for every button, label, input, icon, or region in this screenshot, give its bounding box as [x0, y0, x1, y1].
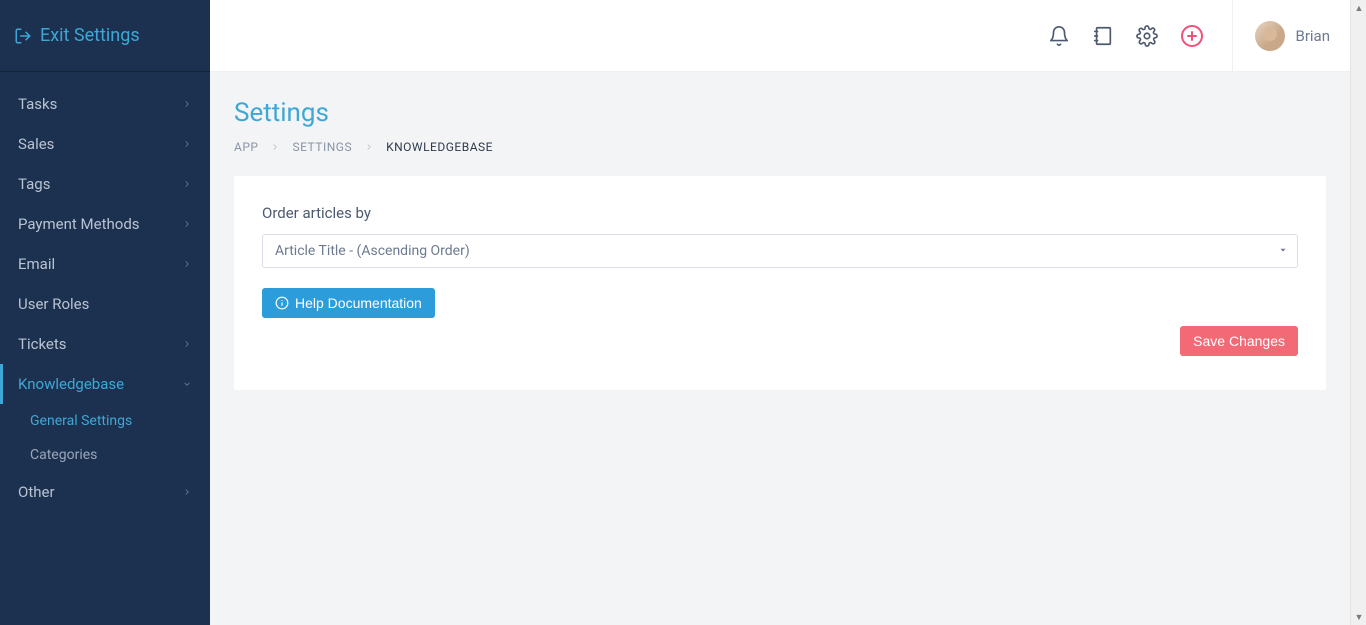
sidebar-subnav-knowledgebase: General Settings Categories — [0, 404, 210, 472]
save-changes-button[interactable]: Save Changes — [1180, 326, 1298, 356]
sidebar-item-payment-methods[interactable]: Payment Methods — [0, 204, 210, 244]
main: Brian Settings APP SETTINGS KNOWLEDGEBAS… — [210, 0, 1350, 625]
chevron-right-icon — [182, 139, 192, 149]
notifications-icon[interactable] — [1048, 25, 1070, 47]
sidebar-item-knowledgebase[interactable]: Knowledgebase — [0, 364, 210, 404]
sidebar-item-sales[interactable]: Sales — [0, 124, 210, 164]
sidebar-sub-label: Categories — [30, 447, 97, 463]
sidebar-item-tasks[interactable]: Tasks — [0, 84, 210, 124]
scrollbar[interactable]: ▲ ▼ — [1350, 0, 1366, 625]
sidebar: Exit Settings Tasks Sales Tags Payment M… — [0, 0, 210, 625]
scroll-track[interactable] — [1351, 16, 1366, 609]
chevron-right-icon — [182, 259, 192, 269]
sidebar-item-label: Tickets — [18, 335, 67, 353]
page-title: Settings — [234, 98, 1326, 128]
exit-icon — [14, 27, 32, 45]
chevron-right-icon — [270, 142, 280, 152]
order-articles-label: Order articles by — [262, 204, 1298, 222]
notebook-icon[interactable] — [1092, 25, 1114, 47]
exit-settings-label: Exit Settings — [40, 25, 140, 46]
sidebar-sub-label: General Settings — [30, 413, 132, 429]
exit-settings-link[interactable]: Exit Settings — [0, 0, 210, 72]
sidebar-sub-general-settings[interactable]: General Settings — [0, 404, 210, 438]
content: Settings APP SETTINGS KNOWLEDGEBASE Orde… — [210, 72, 1350, 416]
breadcrumb-knowledgebase: KNOWLEDGEBASE — [386, 140, 493, 154]
save-changes-label: Save Changes — [1193, 333, 1285, 349]
sidebar-item-label: Email — [18, 255, 55, 273]
sidebar-item-label: Tags — [18, 175, 50, 193]
user-name: Brian — [1295, 27, 1330, 45]
sidebar-item-label: Payment Methods — [18, 215, 140, 233]
sidebar-sub-categories[interactable]: Categories — [0, 438, 210, 472]
order-articles-select[interactable]: Article Title - (Ascending Order) — [262, 234, 1298, 268]
info-icon — [275, 296, 289, 310]
chevron-right-icon — [182, 99, 192, 109]
sidebar-item-label: Tasks — [18, 95, 57, 113]
sidebar-item-tags[interactable]: Tags — [0, 164, 210, 204]
breadcrumb-settings[interactable]: SETTINGS — [292, 140, 352, 154]
gear-icon[interactable] — [1136, 25, 1158, 47]
add-circle-icon[interactable] — [1180, 24, 1204, 48]
sidebar-item-email[interactable]: Email — [0, 244, 210, 284]
sidebar-item-user-roles[interactable]: User Roles — [0, 284, 210, 324]
sidebar-item-label: Knowledgebase — [18, 375, 124, 393]
scroll-down-button[interactable]: ▼ — [1351, 609, 1366, 625]
help-documentation-button[interactable]: Help Documentation — [262, 288, 435, 318]
chevron-right-icon — [182, 339, 192, 349]
sidebar-item-label: User Roles — [18, 295, 89, 313]
topbar: Brian — [210, 0, 1350, 72]
chevron-right-icon — [182, 179, 192, 189]
sidebar-item-other[interactable]: Other — [0, 472, 210, 512]
help-documentation-label: Help Documentation — [295, 295, 422, 311]
avatar — [1255, 21, 1285, 51]
scroll-up-button[interactable]: ▲ — [1351, 0, 1366, 16]
topbar-icons — [1048, 24, 1204, 48]
sidebar-item-label: Sales — [18, 135, 54, 153]
sidebar-item-tickets[interactable]: Tickets — [0, 324, 210, 364]
chevron-down-icon — [182, 379, 192, 389]
order-articles-select-wrap: Article Title - (Ascending Order) — [262, 234, 1298, 268]
sidebar-nav: Tasks Sales Tags Payment Methods Email U… — [0, 72, 210, 524]
panel-footer: Save Changes — [262, 326, 1298, 356]
sidebar-item-label: Other — [18, 483, 55, 501]
breadcrumb-app[interactable]: APP — [234, 140, 258, 154]
chevron-right-icon — [182, 219, 192, 229]
breadcrumb: APP SETTINGS KNOWLEDGEBASE — [234, 140, 1326, 154]
chevron-right-icon — [182, 487, 192, 497]
user-menu[interactable]: Brian — [1232, 0, 1330, 72]
chevron-right-icon — [364, 142, 374, 152]
settings-panel: Order articles by Article Title - (Ascen… — [234, 176, 1326, 390]
